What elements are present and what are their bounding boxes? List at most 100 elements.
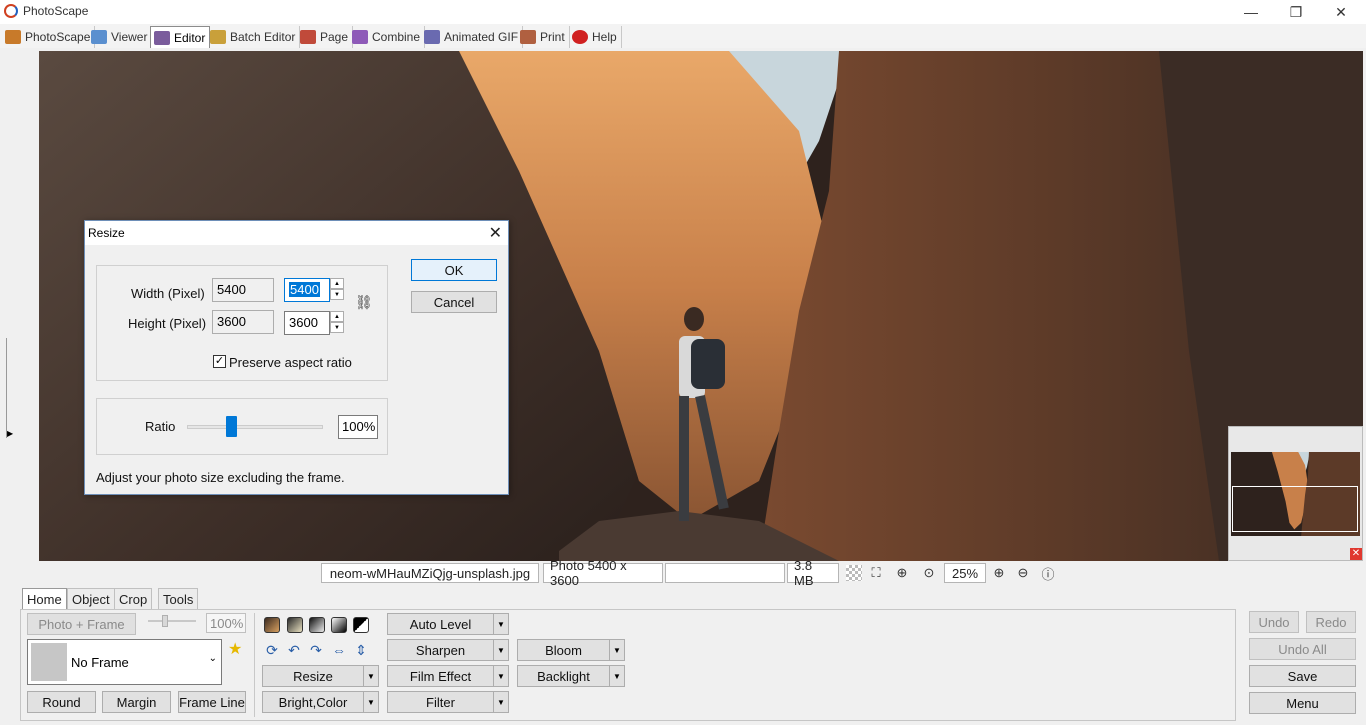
auto-level-button[interactable]: Auto Level [387,613,493,635]
ok-button[interactable]: OK [411,259,497,281]
tab-print[interactable]: Print [517,26,570,48]
redo-button[interactable]: Redo [1306,611,1356,633]
photo-frame-button[interactable]: Photo + Frame [27,613,136,635]
rotate-frame-icon[interactable]: ⟳ [264,642,280,658]
main-menu-bar: PhotoScape Viewer Editor Batch Editor Pa… [0,24,1366,48]
filter-dropdown-button[interactable]: Filter ▼ [387,691,509,713]
bloom-button[interactable]: Bloom [517,639,609,661]
dropdown-arrow-icon[interactable]: ▼ [609,639,625,661]
tab-help[interactable]: Help [569,26,622,48]
grayscale-icon[interactable] [309,617,325,633]
frame-select[interactable]: No Frame ⌄ [27,639,222,685]
backlight-dropdown-button[interactable]: Backlight ▼ [517,665,625,687]
sharpen-button[interactable]: Sharpen [387,639,493,661]
resize-dropdown-button[interactable]: Resize ▼ [262,665,379,687]
expand-arrow-icon[interactable]: ▶ [7,429,13,438]
frame-slider-thumb[interactable] [162,615,168,627]
ratio-value-field[interactable]: 100% [338,415,378,439]
undo-all-button[interactable]: Undo All [1249,638,1356,660]
tab-animated-gif[interactable]: Animated GIF [421,26,524,48]
margin-button[interactable]: Margin [102,691,171,713]
fit-screen-icon[interactable]: ⛶ [868,565,884,581]
zoom-level[interactable]: 25% [944,563,986,583]
dialog-close-icon[interactable]: ✕ [489,223,502,243]
navigator-panel[interactable] [1228,426,1363,561]
bloom-dropdown-button[interactable]: Bloom ▼ [517,639,625,661]
tab-tools[interactable]: Tools [158,588,199,610]
combine-icon [352,30,368,44]
save-button[interactable]: Save [1249,665,1356,687]
rotate-left-icon[interactable]: ↶ [286,642,302,658]
ratio-label: Ratio [145,419,176,434]
spin-up-icon[interactable]: ▲ [330,311,344,322]
window-title: PhotoScape [23,4,89,18]
frame-slider-track[interactable] [148,620,196,622]
new-height-input[interactable]: 3600 [284,311,330,335]
backlight-button[interactable]: Backlight [517,665,609,687]
status-filename: neom-wMHauMZiQjg-unsplash.jpg [321,563,539,583]
black-white-icon[interactable] [353,617,369,633]
dropdown-arrow-icon[interactable]: ▼ [493,691,509,713]
tab-viewer[interactable]: Viewer [88,26,153,48]
filter-button[interactable]: Filter [387,691,493,713]
dropdown-arrow-icon[interactable]: ▼ [493,639,509,661]
dropdown-arrow-icon[interactable]: ▼ [493,665,509,687]
round-button[interactable]: Round [27,691,96,713]
menu-button[interactable]: Menu [1249,692,1356,714]
film-effect-dropdown-button[interactable]: Film Effect ▼ [387,665,509,687]
dropdown-arrow-icon[interactable]: ▼ [609,665,625,687]
spin-down-icon[interactable]: ▼ [330,289,344,300]
dropdown-arrow-icon[interactable]: ▼ [363,665,379,687]
info-icon[interactable]: ⓘ [1040,565,1056,582]
cancel-button[interactable]: Cancel [411,291,497,313]
minimize-button[interactable]: — [1228,0,1274,24]
frame-line-button[interactable]: Frame Line [178,691,246,713]
dropdown-arrow-icon[interactable]: ▼ [363,691,379,713]
tab-home[interactable]: Home [22,588,67,610]
zoom-fit-icon[interactable]: ⊙ [921,565,937,581]
rotate-right-icon[interactable]: ↷ [308,642,324,658]
bright-color-button[interactable]: Bright,Color [262,691,363,713]
close-window-button[interactable]: ✕ [1318,0,1364,24]
spin-down-icon[interactable]: ▼ [330,322,344,333]
preserve-aspect-checkbox[interactable]: ✓ [213,355,226,368]
zoom-in-icon[interactable]: ⊕ [991,565,1007,581]
frame-percent-field[interactable]: 100% [206,613,246,633]
navigator-close-icon[interactable]: ✕ [1350,548,1362,560]
bright-color-dropdown-button[interactable]: Bright,Color ▼ [262,691,379,713]
warm-icon[interactable] [287,617,303,633]
width-spinner[interactable]: ▲ ▼ [330,278,344,302]
left-splitter[interactable]: ▶ [0,48,20,564]
sharpen-dropdown-button[interactable]: Sharpen ▼ [387,639,509,661]
tab-batch-editor[interactable]: Batch Editor [207,26,301,48]
new-width-input[interactable]: 5400 [284,278,330,302]
sepia-icon[interactable] [264,617,280,633]
tab-page[interactable]: Page [297,26,354,48]
transparency-icon[interactable] [846,565,862,581]
height-label: Height (Pixel) [128,316,207,331]
negative-icon[interactable] [331,617,347,633]
ratio-slider-thumb[interactable] [226,416,237,437]
tab-combine[interactable]: Combine [349,26,426,48]
height-spinner[interactable]: ▲ ▼ [330,311,344,335]
film-effect-button[interactable]: Film Effect [387,665,493,687]
flip-horizontal-icon[interactable]: ⇔ [331,642,347,658]
spin-up-icon[interactable]: ▲ [330,278,344,289]
tab-editor[interactable]: Editor [150,26,211,48]
undo-button[interactable]: Undo [1249,611,1299,633]
tab-crop[interactable]: Crop [114,588,153,610]
auto-level-dropdown-button[interactable]: Auto Level ▼ [387,613,509,635]
tab-photoscape[interactable]: PhotoScape [2,26,96,48]
frame-preview [31,643,67,681]
dropdown-arrow-icon[interactable]: ▼ [493,613,509,635]
viewport-rectangle[interactable] [1232,486,1358,532]
flip-vertical-icon[interactable]: ⇕ [353,642,369,658]
ratio-slider-track[interactable] [187,425,323,429]
zoom-out-icon[interactable]: ⊖ [1015,565,1031,581]
tab-object[interactable]: Object [67,588,115,610]
resize-button[interactable]: Resize [262,665,363,687]
actual-size-icon[interactable]: ⊕ [894,565,910,581]
restore-button[interactable]: ❐ [1273,0,1319,24]
favorite-star-icon[interactable]: ★ [228,639,242,659]
chain-link-icon[interactable]: ⛓ [355,294,373,311]
